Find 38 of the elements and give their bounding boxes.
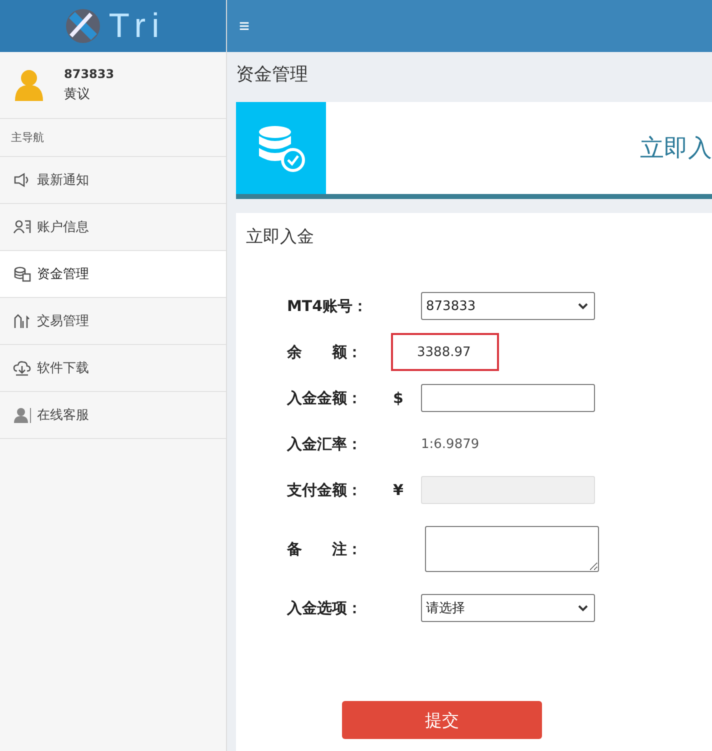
field-label: 入金选项： [287,598,363,618]
chart-icon [13,313,31,329]
field-label: 支付金额： [287,480,363,500]
field-label: 入金汇率： [287,434,363,454]
field-label: MT4账号： [287,296,369,316]
nav-heading: 主导航 [0,119,226,157]
dropdown-select[interactable]: 请选择 [421,594,595,622]
remarks-field[interactable] [425,526,599,572]
form-title: 立即入金 [245,226,315,249]
nav-item[interactable]: 资金管理 [0,251,226,298]
nav-item[interactable]: 软件下载 [0,345,226,392]
account-number: 873833 [64,67,114,81]
user-avatar-icon [12,67,46,103]
nav-item[interactable]: 在线客服 [0,392,226,439]
cloud-download-icon [13,360,31,376]
person-card-icon [13,219,31,235]
user-name: 黄议 [64,86,91,103]
chevron-down-icon [578,604,588,612]
nav-item[interactable]: 交易管理 [0,298,226,345]
input-field[interactable] [421,384,595,412]
logo-text: Tri [108,9,166,43]
field-label: 余 额： [287,342,363,362]
currency-symbol: $ [393,389,404,407]
banner-heading: 立即入 [640,133,712,164]
exchange-rate-value: 1:6.9879 [421,436,480,452]
balance-value: 3388.97 [391,333,499,371]
coins-icon [13,266,31,282]
field-label: 入金金额： [287,388,363,408]
currency-symbol: ¥ [393,481,404,499]
menu-button[interactable]: ≡ [235,16,254,36]
field-label: 备 注： [287,540,363,558]
speaker-icon [13,172,31,188]
nav-item[interactable]: 最新通知 [0,157,226,204]
chevron-down-icon [578,302,588,310]
submit-button[interactable]: 提交 [342,701,542,739]
person-icon [13,407,31,423]
dropdown-select[interactable]: 873833 [421,292,595,320]
page-title: 资金管理 [236,63,309,87]
